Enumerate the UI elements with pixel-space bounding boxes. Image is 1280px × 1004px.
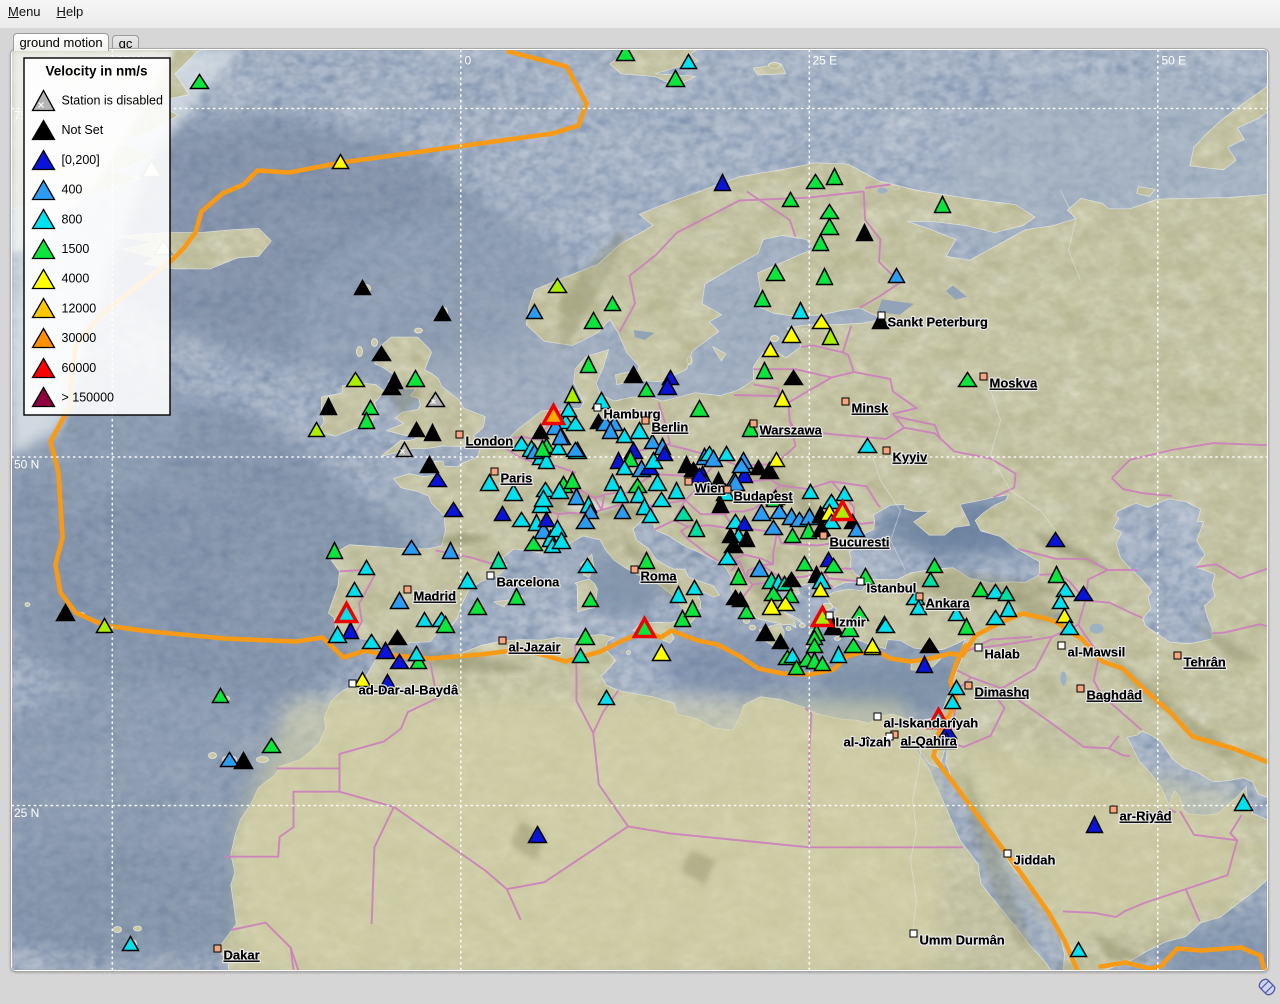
svg-text:al-Jîzah: al-Jîzah bbox=[844, 735, 892, 750]
svg-text:4000: 4000 bbox=[62, 272, 90, 286]
svg-text:Halab: Halab bbox=[985, 647, 1020, 662]
svg-text:Tehrân: Tehrân bbox=[1184, 655, 1226, 670]
svg-text:al-Iskandarîyah: al-Iskandarîyah bbox=[884, 716, 979, 731]
svg-text:30000: 30000 bbox=[62, 331, 97, 345]
svg-text:50 N: 50 N bbox=[14, 458, 39, 472]
svg-text:Umm Durmân: Umm Durmân bbox=[920, 933, 1005, 948]
svg-text:Madrid: Madrid bbox=[414, 589, 457, 604]
svg-text:Jiddah: Jiddah bbox=[1014, 853, 1056, 868]
svg-text:50 E: 50 E bbox=[1162, 54, 1187, 68]
svg-text:25 E: 25 E bbox=[813, 54, 838, 68]
svg-text:12000: 12000 bbox=[62, 301, 97, 315]
svg-text:Barcelona: Barcelona bbox=[497, 575, 561, 590]
svg-text:Izmir: Izmir bbox=[836, 615, 866, 630]
svg-text:Bucuresti: Bucuresti bbox=[830, 535, 890, 550]
svg-text:Minsk: Minsk bbox=[852, 401, 890, 416]
svg-text:60000: 60000 bbox=[62, 361, 97, 375]
svg-text:al-Mawsil: al-Mawsil bbox=[1068, 645, 1126, 660]
svg-text:25 N: 25 N bbox=[14, 806, 39, 820]
svg-text:Baghdâd: Baghdâd bbox=[1087, 688, 1143, 703]
svg-text:> 150000: > 150000 bbox=[62, 391, 115, 405]
svg-text:[0,200]: [0,200] bbox=[62, 153, 100, 167]
svg-text:400: 400 bbox=[62, 183, 83, 197]
svg-text:Velocity in nm/s: Velocity in nm/s bbox=[45, 64, 147, 79]
svg-text:al-Jazair: al-Jazair bbox=[509, 640, 561, 655]
svg-text:al-Qahira: al-Qahira bbox=[901, 734, 958, 749]
svg-text:Ankara: Ankara bbox=[926, 596, 971, 611]
svg-text:Budapest: Budapest bbox=[734, 489, 794, 504]
svg-text:Moskva: Moskva bbox=[990, 376, 1038, 391]
svg-text:1500: 1500 bbox=[62, 242, 90, 256]
svg-text:Dimashq: Dimashq bbox=[975, 685, 1030, 700]
svg-text:Station is disabled: Station is disabled bbox=[62, 94, 164, 108]
svg-text:Kyyiv: Kyyiv bbox=[893, 450, 928, 465]
svg-text:Wien: Wien bbox=[695, 481, 726, 496]
svg-text:Sankt Peterburg: Sankt Peterburg bbox=[888, 315, 988, 330]
svg-text:ad-Dar-al-Baydâ: ad-Dar-al-Baydâ bbox=[359, 683, 459, 698]
svg-text:0: 0 bbox=[465, 54, 472, 68]
svg-text:ar-Riyâd: ar-Riyâd bbox=[1120, 809, 1172, 824]
svg-text:800: 800 bbox=[62, 212, 83, 226]
svg-text:Warszawa: Warszawa bbox=[760, 423, 823, 438]
svg-text:Not Set: Not Set bbox=[62, 123, 104, 137]
svg-text:Paris: Paris bbox=[501, 471, 533, 486]
svg-text:Roma: Roma bbox=[641, 569, 678, 584]
svg-text:Istanbul: Istanbul bbox=[867, 581, 917, 596]
svg-text:London: London bbox=[466, 434, 514, 449]
svg-text:Berlin: Berlin bbox=[652, 420, 689, 435]
svg-text:Dakar: Dakar bbox=[224, 948, 260, 963]
